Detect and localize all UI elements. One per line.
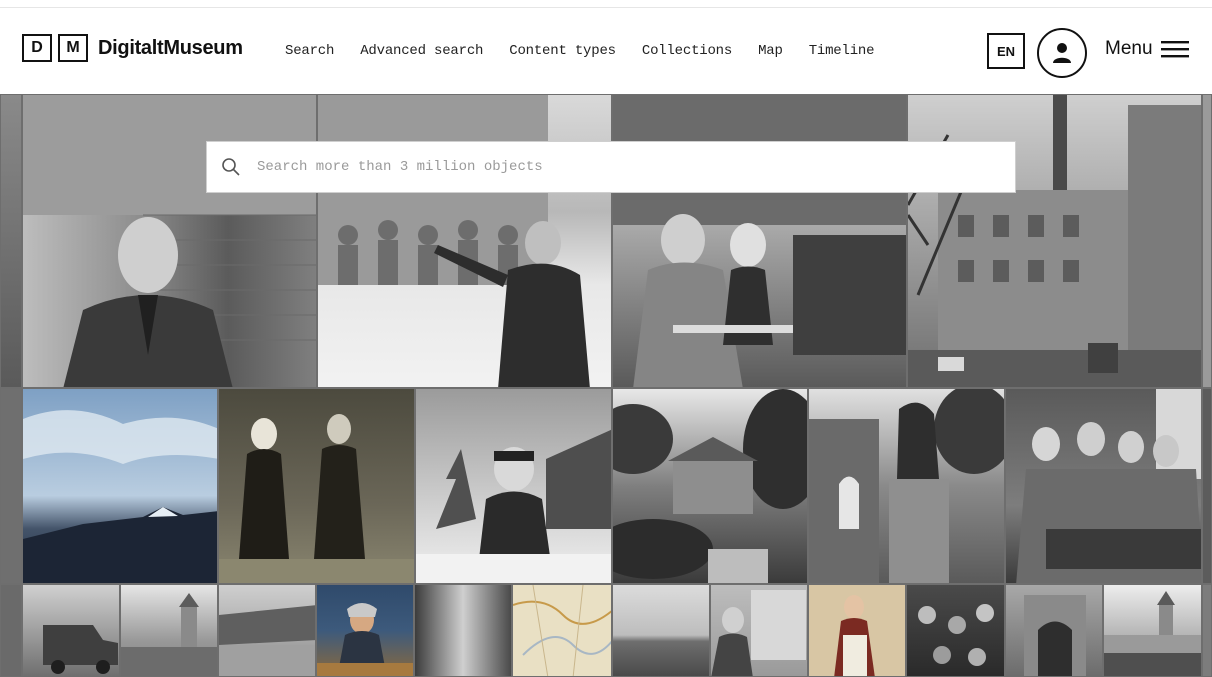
photo-tile[interactable] — [808, 584, 906, 677]
photo-tile[interactable] — [218, 584, 316, 677]
photo-tile[interactable] — [0, 94, 22, 388]
crowd-photo — [918, 604, 994, 666]
nav-timeline[interactable]: Timeline — [809, 43, 875, 59]
logo-letter-m: M — [58, 34, 88, 62]
main-nav: Search Advanced search Content types Col… — [285, 43, 900, 59]
photo-tile[interactable] — [907, 94, 1202, 388]
elderly-men-photo — [219, 414, 414, 583]
woman-child-photo — [613, 95, 906, 387]
nav-map[interactable]: Map — [758, 43, 783, 59]
language-button[interactable]: EN — [987, 33, 1025, 69]
photo-tile[interactable] — [906, 584, 1005, 677]
photo-tile[interactable] — [612, 94, 907, 388]
statue-church-photo — [809, 389, 1004, 583]
hamburger-icon — [1160, 41, 1189, 58]
user-icon — [1053, 43, 1071, 63]
photo-tile[interactable] — [0, 388, 22, 584]
man-in-snow-photo — [416, 429, 611, 583]
search-icon — [222, 158, 240, 176]
site-logo[interactable]: D M DigitaltMuseum — [22, 34, 243, 62]
photo-tile[interactable] — [1005, 388, 1202, 584]
old-map-photo — [513, 585, 611, 676]
stone-gateway-photo — [1024, 595, 1086, 676]
photo-tile[interactable] — [120, 584, 218, 677]
nav-content-types[interactable]: Content types — [509, 43, 616, 59]
nav-advanced-search[interactable]: Advanced search — [360, 43, 483, 59]
market-hall-photo — [219, 605, 315, 676]
photo-tile[interactable] — [22, 584, 120, 677]
photo-tile[interactable] — [22, 94, 317, 388]
menu-label: Menu — [1105, 38, 1153, 59]
photo-tile[interactable] — [317, 94, 612, 388]
photo-tile[interactable] — [414, 584, 512, 677]
city-street-photo — [908, 95, 1201, 387]
town-square-photo — [1104, 591, 1201, 676]
painting-pointer-photo — [318, 95, 590, 387]
boys-at-table-photo — [1016, 389, 1201, 583]
photo-tile[interactable] — [415, 388, 612, 584]
search-bar — [206, 141, 1016, 193]
photo-tile[interactable] — [612, 388, 808, 584]
costume-painting-photo — [834, 595, 875, 676]
logo-wordmark: DigitaltMuseum — [98, 36, 243, 59]
site-header: D M DigitaltMuseum Search Advanced searc… — [0, 8, 1212, 94]
woman-in-boat-photo — [317, 603, 413, 676]
nav-search[interactable]: Search — [285, 43, 334, 59]
menu-button[interactable]: Menu — [1105, 38, 1189, 60]
town-tower-photo — [121, 593, 217, 676]
photo-tile[interactable] — [1103, 584, 1202, 677]
mountain-landscape-photo — [23, 410, 217, 583]
photo-tile[interactable] — [1202, 94, 1212, 388]
photo-tile[interactable] — [710, 584, 808, 677]
search-input[interactable] — [255, 151, 979, 183]
photo-tile[interactable] — [1202, 388, 1212, 584]
man-with-map-photo — [711, 590, 806, 676]
photo-tile[interactable] — [316, 584, 414, 677]
photo-tile[interactable] — [808, 388, 1005, 584]
portrait-man-photo — [23, 95, 316, 387]
old-truck-photo — [43, 625, 118, 674]
photo-tile[interactable] — [1005, 584, 1103, 677]
photo-tile[interactable] — [1202, 584, 1212, 677]
photo-tile[interactable] — [612, 584, 710, 677]
photo-tile[interactable] — [0, 584, 22, 677]
nav-collections[interactable]: Collections — [642, 43, 732, 59]
logo-letter-d: D — [22, 34, 52, 62]
farmhouse-garden-photo — [613, 389, 807, 583]
photo-tile[interactable] — [218, 388, 415, 584]
photo-tile[interactable] — [512, 584, 612, 677]
user-account-button[interactable] — [1037, 28, 1087, 78]
photo-tile[interactable] — [22, 388, 218, 584]
